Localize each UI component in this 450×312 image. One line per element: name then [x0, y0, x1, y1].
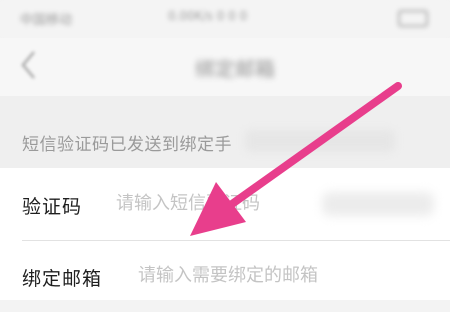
back-button[interactable] — [18, 48, 40, 82]
battery-icon — [398, 10, 428, 27]
sms-notice: 短信验证码已发送到绑定手 — [0, 96, 450, 168]
bind-email-form: 验证码 绑定邮箱 — [0, 168, 450, 300]
navigation-bar: 绑定邮箱 — [0, 38, 450, 96]
bind-email-input[interactable] — [138, 258, 360, 292]
carrier-name: 中国移动 — [20, 13, 73, 28]
chevron-left-icon — [21, 51, 35, 79]
redacted-phone-number — [245, 130, 395, 152]
verification-code-row: 验证码 — [0, 168, 450, 240]
get-code-button[interactable] — [322, 192, 434, 216]
sms-notice-text: 短信验证码已发送到绑定手 — [22, 135, 232, 155]
bind-email-label: 绑定邮箱 — [22, 268, 103, 290]
bind-email-row: 绑定邮箱 — [0, 240, 450, 312]
verification-code-label: 验证码 — [22, 196, 83, 218]
verification-code-input[interactable] — [116, 186, 306, 220]
page-title: 绑定邮箱 — [195, 57, 275, 81]
network-speed: 0.00K/s 0 0 0 — [168, 9, 248, 23]
status-bar: 中国移动 0.00K/s 0 0 0 — [0, 0, 450, 38]
